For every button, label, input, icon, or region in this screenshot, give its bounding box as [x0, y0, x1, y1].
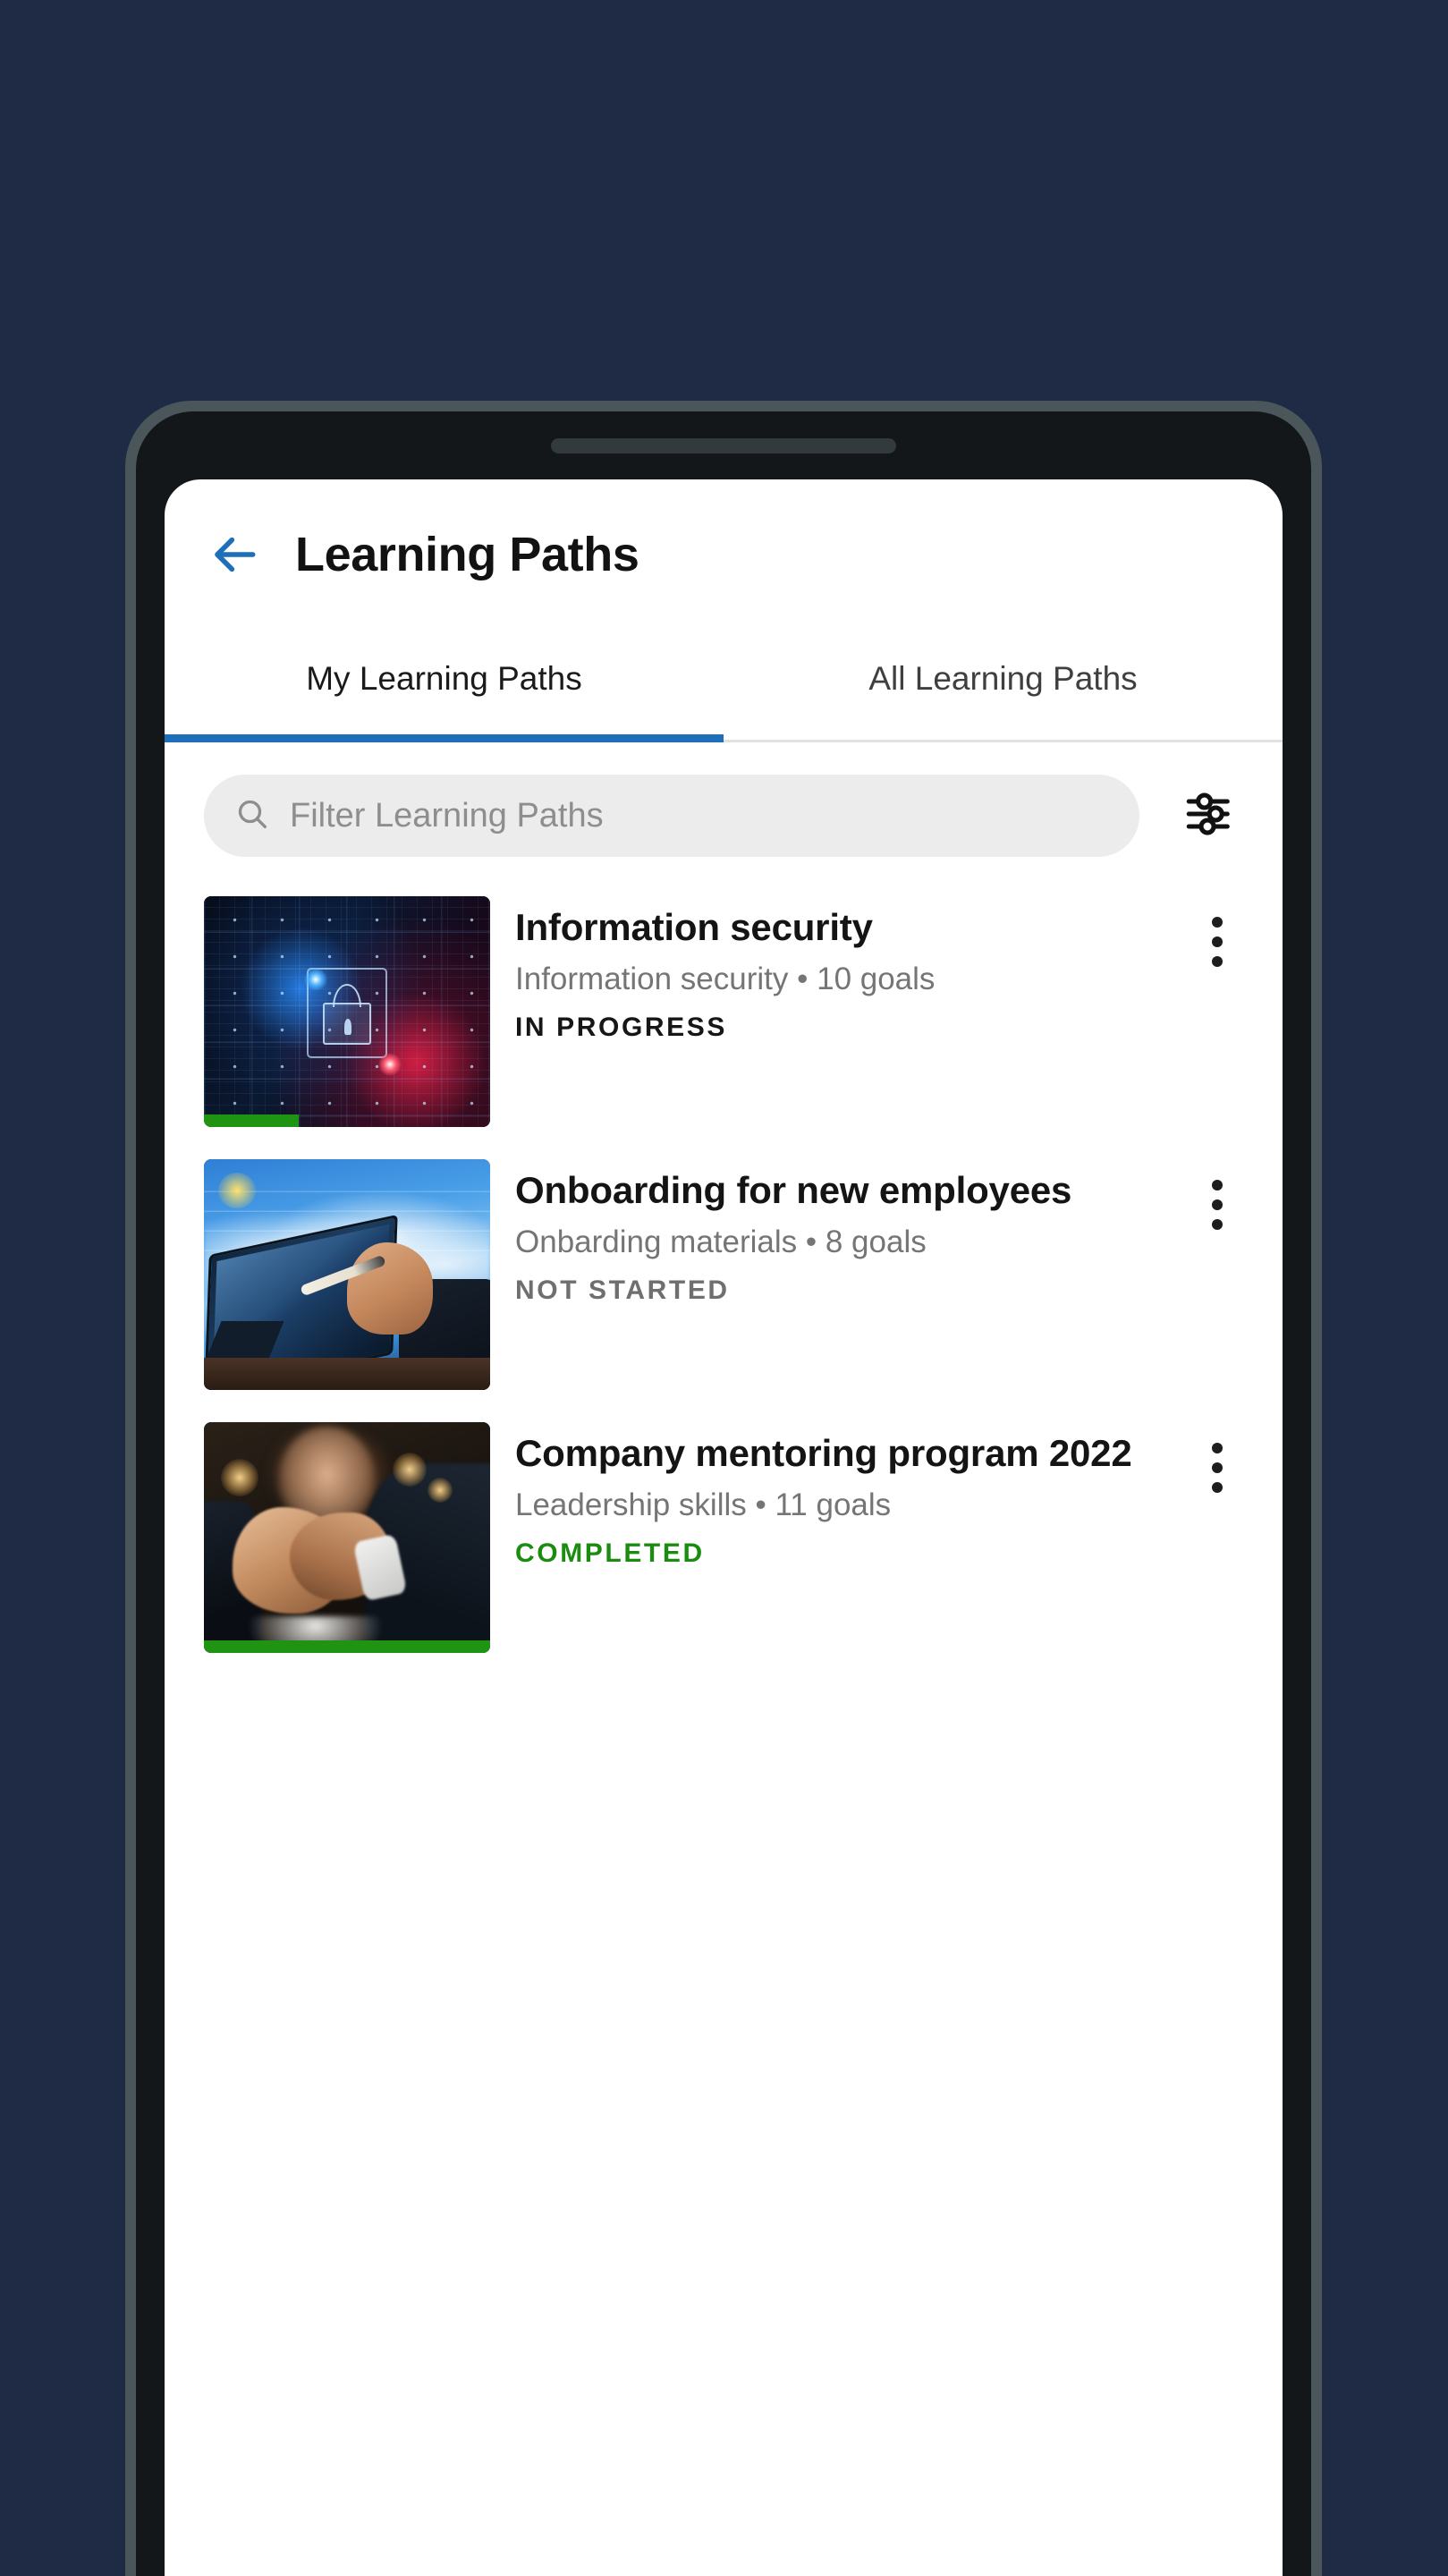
back-button[interactable]: [200, 519, 272, 590]
list-item-body: Information security Information securit…: [515, 896, 1157, 1043]
kebab-menu-icon: [1212, 1443, 1223, 1453]
list-item-body: Onboarding for new employees Onbarding m…: [515, 1159, 1157, 1306]
search-row: Filter Learning Paths: [165, 742, 1283, 877]
kebab-menu-button[interactable]: [1182, 907, 1252, 977]
kebab-menu-button[interactable]: [1182, 1433, 1252, 1503]
status-badge: NOT STARTED: [515, 1275, 730, 1305]
kebab-menu-button[interactable]: [1182, 1170, 1252, 1240]
tab-my-learning-paths[interactable]: My Learning Paths: [165, 630, 724, 740]
mentoring-handshake-image: [204, 1422, 490, 1653]
search-input[interactable]: Filter Learning Paths: [204, 775, 1139, 857]
progress-bar: [204, 1377, 490, 1390]
progress-bar: [204, 1114, 490, 1127]
list-item[interactable]: Onboarding for new employees Onbarding m…: [165, 1143, 1283, 1406]
list-item-thumbnail: [204, 1159, 490, 1390]
list-item-title: Company mentoring program 2022: [515, 1432, 1132, 1474]
search-placeholder: Filter Learning Paths: [290, 796, 604, 835]
learning-path-list: Information security Information securit…: [165, 877, 1283, 1669]
tab-active-indicator: [165, 734, 724, 742]
kebab-menu-icon: [1212, 917, 1223, 928]
progress-bar: [204, 1640, 490, 1653]
onboarding-tablet-stylus-image: [204, 1159, 490, 1390]
list-item-meta: Leadership skills • 11 goals: [515, 1487, 892, 1522]
filter-sliders-icon: [1182, 788, 1234, 844]
page-title: Learning Paths: [295, 528, 639, 581]
phone-device-frame: Learning Paths My Learning Paths All Lea…: [125, 401, 1322, 2576]
list-item[interactable]: Information security Information securit…: [165, 880, 1283, 1143]
phone-screen: Learning Paths My Learning Paths All Lea…: [165, 479, 1283, 2576]
list-item-thumbnail: [204, 896, 490, 1127]
status-badge: IN PROGRESS: [515, 1012, 727, 1042]
list-item-thumbnail: [204, 1422, 490, 1653]
tab-label: My Learning Paths: [306, 659, 582, 697]
tab-bar: My Learning Paths All Learning Paths: [165, 630, 1283, 742]
list-item-body: Company mentoring program 2022 Leadershi…: [515, 1422, 1157, 1569]
phone-earpiece-speaker: [551, 438, 896, 453]
arrow-left-icon: [211, 530, 261, 580]
tab-label: All Learning Paths: [868, 659, 1138, 697]
list-item[interactable]: Company mentoring program 2022 Leadershi…: [165, 1406, 1283, 1669]
status-badge: COMPLETED: [515, 1538, 705, 1568]
screenshot-canvas: Learning Paths My Learning Paths All Lea…: [0, 0, 1448, 2576]
filter-button[interactable]: [1170, 777, 1247, 854]
list-item-title: Onboarding for new employees: [515, 1169, 1072, 1211]
app-header: Learning Paths: [165, 479, 1283, 630]
search-icon: [234, 796, 270, 836]
information-security-padlock-circuit-image: [204, 896, 490, 1127]
list-item-meta: Information security • 10 goals: [515, 961, 936, 996]
phone-bezel: Learning Paths My Learning Paths All Lea…: [136, 411, 1311, 2576]
tab-all-learning-paths[interactable]: All Learning Paths: [724, 630, 1283, 740]
kebab-menu-icon: [1212, 1180, 1223, 1191]
list-item-title: Information security: [515, 906, 873, 948]
list-item-meta: Onbarding materials • 8 goals: [515, 1224, 927, 1259]
